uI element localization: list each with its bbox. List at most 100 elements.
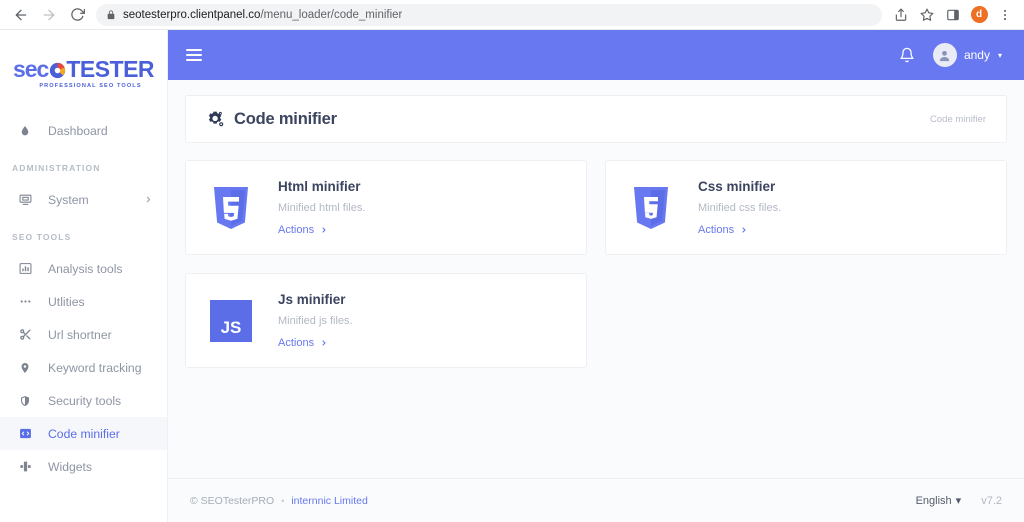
chevron-down-icon: ▾ <box>955 495 962 507</box>
browser-toolbar: seotesterpro.clientpanel.co/menu_loader/… <box>0 0 1024 30</box>
chevron-right-icon <box>320 226 328 234</box>
footer-separator: • <box>281 495 285 506</box>
avatar <box>932 43 957 67</box>
ellipsis-icon <box>18 295 32 308</box>
sidebar-item-label: Code minifier <box>48 426 120 441</box>
address-bar-url: seotesterpro.clientpanel.co/menu_loader/… <box>123 9 402 21</box>
sidebar-item-label: Analysis tools <box>48 261 123 276</box>
sidebar-item-keyword-tracking[interactable]: Keyword tracking <box>0 351 167 384</box>
logo-tester-text: TESTER <box>66 55 155 82</box>
card-body: Html minifier Minified html files. Actio… <box>278 179 365 236</box>
topbar-actions: andy ▾ <box>899 43 1002 67</box>
side-panel-icon <box>947 9 959 20</box>
back-arrow-icon <box>15 9 27 20</box>
app-topbar: andy ▾ <box>168 30 1024 80</box>
actions-link[interactable]: Actions <box>278 337 353 349</box>
bar-chart-icon <box>18 262 32 275</box>
chrome-menu-button[interactable] <box>994 4 1016 26</box>
actions-link[interactable]: Actions <box>698 224 781 236</box>
card-body: Js minifier Minified js files. Actions <box>278 292 353 349</box>
profile-button[interactable]: d <box>968 4 990 26</box>
back-button[interactable] <box>8 2 34 28</box>
tool-card-grid: Html minifier Minified html files. Actio… <box>168 143 1024 386</box>
tool-card-html-minifier[interactable]: Html minifier Minified html files. Actio… <box>185 160 587 255</box>
lock-icon <box>106 9 116 20</box>
chevron-right-icon <box>740 226 748 234</box>
sidebar-item-utlities[interactable]: Utlities <box>0 285 167 318</box>
html5-shield-icon <box>208 183 254 233</box>
monitor-icon <box>18 193 32 206</box>
css3-shield-icon <box>628 183 674 233</box>
sidebar-item-dashboard[interactable]: Dashboard <box>0 114 167 147</box>
forward-arrow-icon <box>43 9 55 20</box>
cogs-icon <box>206 110 225 129</box>
bookmark-button[interactable] <box>916 4 938 26</box>
chevron-right-icon <box>144 195 153 204</box>
sidebar-item-url-shortner[interactable]: Url shortner <box>0 318 167 351</box>
version-label: v7.2 <box>981 494 1002 507</box>
page-body: sec TESTER PROFESSIONAL SEO TOOLS Dashbo… <box>0 30 1024 522</box>
reload-button[interactable] <box>64 2 90 28</box>
chevron-right-icon <box>320 339 328 347</box>
sidebar-nav: Dashboard ADMINISTRATION System SEO TOOL… <box>0 114 167 483</box>
page-header: Code minifier Code minifier <box>185 95 1007 143</box>
sidebar-item-code-minifier[interactable]: Code minifier <box>0 417 167 450</box>
sidebar-section-administration: ADMINISTRATION <box>12 163 101 173</box>
sidebar-item-security-tools[interactable]: Security tools <box>0 384 167 417</box>
share-icon <box>895 8 907 21</box>
sidebar-item-label: System <box>48 192 89 207</box>
language-label: English <box>915 494 952 507</box>
notifications-button[interactable] <box>899 47 915 63</box>
card-title: Css minifier <box>698 179 776 194</box>
address-bar[interactable]: seotesterpro.clientpanel.co/menu_loader/… <box>96 3 882 26</box>
side-panel-button[interactable] <box>942 4 964 26</box>
card-column: Html minifier Minified html files. Actio… <box>185 160 596 255</box>
sidebar-item-widgets[interactable]: Widgets <box>0 450 167 483</box>
breadcrumb: Code minifier <box>930 113 986 125</box>
page-title: Code minifier <box>234 109 337 128</box>
chevron-down-icon: ▾ <box>997 50 1002 60</box>
card-body: Css minifier Minified css files. Actions <box>698 179 781 236</box>
actions-link[interactable]: Actions <box>278 224 365 236</box>
sidebar-item-system[interactable]: System <box>0 183 167 216</box>
menu-toggle-button[interactable] <box>186 49 202 61</box>
bookmark-star-icon <box>920 8 934 21</box>
scissors-icon <box>18 328 32 341</box>
brand-logo[interactable]: sec TESTER PROFESSIONAL SEO TOOLS <box>0 44 167 102</box>
sidebar-item-analysis-tools[interactable]: Analysis tools <box>0 252 167 285</box>
javascript-square-icon: JS <box>208 296 254 346</box>
user-avatar-icon <box>940 50 950 61</box>
tool-card-js-minifier[interactable]: JS Js minifier Minified js files. Action… <box>185 273 587 368</box>
app-root: seotesterpro.clientpanel.co/menu_loader/… <box>0 0 1024 522</box>
tool-card-css-minifier[interactable]: Css minifier Minified css files. Actions <box>605 160 1007 255</box>
card-title: Js minifier <box>278 292 346 307</box>
user-menu-button[interactable]: andy ▾ <box>932 43 1002 67</box>
sidebar-item-label: Keyword tracking <box>48 360 142 375</box>
logo-tagline: PROFESSIONAL SEO TOOLS <box>39 82 142 89</box>
page-content: Code minifier Code minifier Html minifie… <box>168 80 1024 478</box>
footer-copyright: © SEOTesterPRO <box>190 494 275 507</box>
map-pin-icon <box>18 362 32 374</box>
sidebar: sec TESTER PROFESSIONAL SEO TOOLS Dashbo… <box>0 30 168 522</box>
sidebar-item-label: Security tools <box>48 393 122 408</box>
forward-button[interactable] <box>36 2 62 28</box>
footer-credits: © SEOTesterPRO • internnic Limited <box>190 495 368 507</box>
profile-avatar: d <box>970 6 988 23</box>
droplet-icon <box>18 125 32 137</box>
sidebar-item-label: Url shortner <box>48 327 112 342</box>
main-area: andy ▾ Code minifier Code minifier Html … <box>168 30 1024 522</box>
shield-icon <box>18 395 32 407</box>
browser-actions: d <box>890 4 1016 26</box>
sidebar-item-label: Dashboard <box>48 123 108 138</box>
code-box-icon <box>18 427 32 440</box>
footer-company-link[interactable]: internnic Limited <box>291 495 367 507</box>
user-name: andy <box>963 48 990 62</box>
card-column: Css minifier Minified css files. Actions <box>596 160 1007 255</box>
language-selector[interactable]: English ▾ <box>915 494 962 508</box>
widgets-icon <box>18 460 32 473</box>
share-button[interactable] <box>890 4 912 26</box>
hamburger-icon-bar <box>186 49 202 51</box>
card-column: JS Js minifier Minified js files. Action… <box>185 273 596 368</box>
card-description: Minified css files. <box>698 202 782 214</box>
url-domain: seotesterpro.clientpanel.co <box>123 8 261 21</box>
